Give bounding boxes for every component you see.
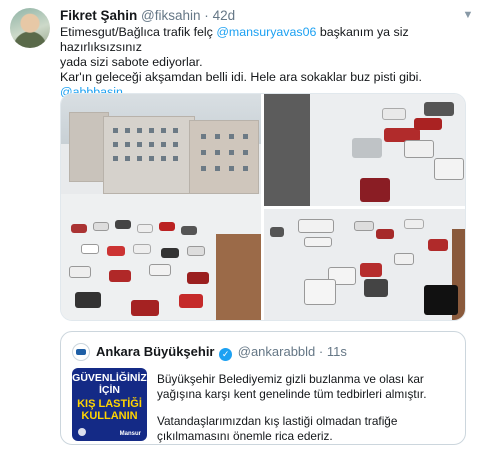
ankara-logo-avatar <box>72 343 90 361</box>
tweet-header: Fikret Şahin @fiksahin · 42d ▼ <box>60 8 477 26</box>
quoted-paragraph-1: Büyükşehir Belediyemiz gizli buzlanma ve… <box>157 372 427 401</box>
tweet-time[interactable]: 42d <box>213 8 236 23</box>
tweet-text: Etimesgut/Bağlıca trafik felç @mansuryav… <box>60 25 480 100</box>
author-name[interactable]: Fikret Şahin <box>60 8 137 23</box>
quoted-author-handle: @ankarabbld <box>237 344 316 359</box>
text-line1-pre: Etimesgut/Bağlıca trafik felç <box>60 25 217 39</box>
verified-badge-icon: ✓ <box>219 348 233 361</box>
quoted-tweet[interactable]: Ankara Büyükşehir ✓ @ankarabbld · 11s GÜ… <box>60 331 466 445</box>
text-line3: Kar'ın geleceği akşamdan belli idi. Hele… <box>60 70 422 84</box>
tweet[interactable]: Fikret Şahin @fiksahin · 42d ▼ Etimesgut… <box>0 0 487 453</box>
photo-grid <box>60 93 466 321</box>
image-signature: Mansur <box>119 431 141 437</box>
quoted-tweet-image[interactable]: GÜVENLİĞİNİZ İÇİN KIŞ LASTİĞİ KULLANIN M… <box>72 368 147 441</box>
image-line1: GÜVENLİĞİNİZ <box>72 372 147 384</box>
quoted-tweet-time: 11s <box>326 344 347 359</box>
quoted-paragraph-2: Vatandaşlarımızdan kış lastiği olmadan t… <box>157 414 398 443</box>
separator: · <box>204 8 209 23</box>
text-line2: yada sizi sabote ediyorlar. <box>60 55 203 69</box>
image-line4: KULLANIN <box>81 410 138 422</box>
chevron-down-icon[interactable]: ▼ <box>459 6 477 24</box>
quoted-author-name: Ankara Büyükşehir <box>96 344 215 359</box>
author-handle[interactable]: @fiksahin <box>141 8 200 23</box>
quoted-tweet-header: Ankara Büyükşehir ✓ @ankarabbld · 11s <box>96 344 347 361</box>
image-line3: KIŞ LASTİĞİ <box>77 398 142 410</box>
photo-3[interactable] <box>264 209 465 320</box>
quoted-tweet-text: Büyükşehir Belediyemiz gizli buzlanma ve… <box>157 372 457 453</box>
image-line2: İÇİN <box>99 384 120 396</box>
photo-1[interactable] <box>61 94 261 320</box>
quoted-separator: · <box>318 344 324 359</box>
photo-2[interactable] <box>264 94 465 206</box>
municipality-emblem-icon <box>78 428 86 436</box>
mention-link[interactable]: @mansuryavas06 <box>216 25 316 39</box>
avatar[interactable] <box>10 8 50 48</box>
